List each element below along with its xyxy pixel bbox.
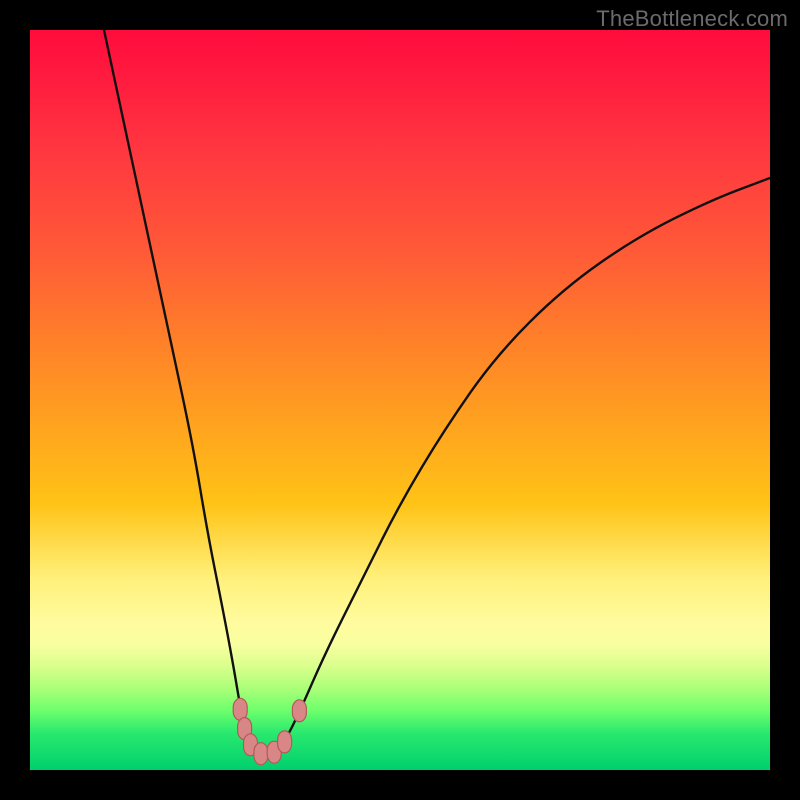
data-marker: [292, 700, 306, 722]
data-marker: [254, 743, 268, 765]
series-curve: [104, 30, 770, 755]
data-marker: [278, 731, 292, 753]
plot-area: [30, 30, 770, 770]
watermark-text: TheBottleneck.com: [596, 6, 788, 32]
data-marker: [233, 698, 247, 720]
chart-svg: [30, 30, 770, 770]
markers-group: [233, 698, 306, 764]
chart-frame: TheBottleneck.com: [0, 0, 800, 800]
